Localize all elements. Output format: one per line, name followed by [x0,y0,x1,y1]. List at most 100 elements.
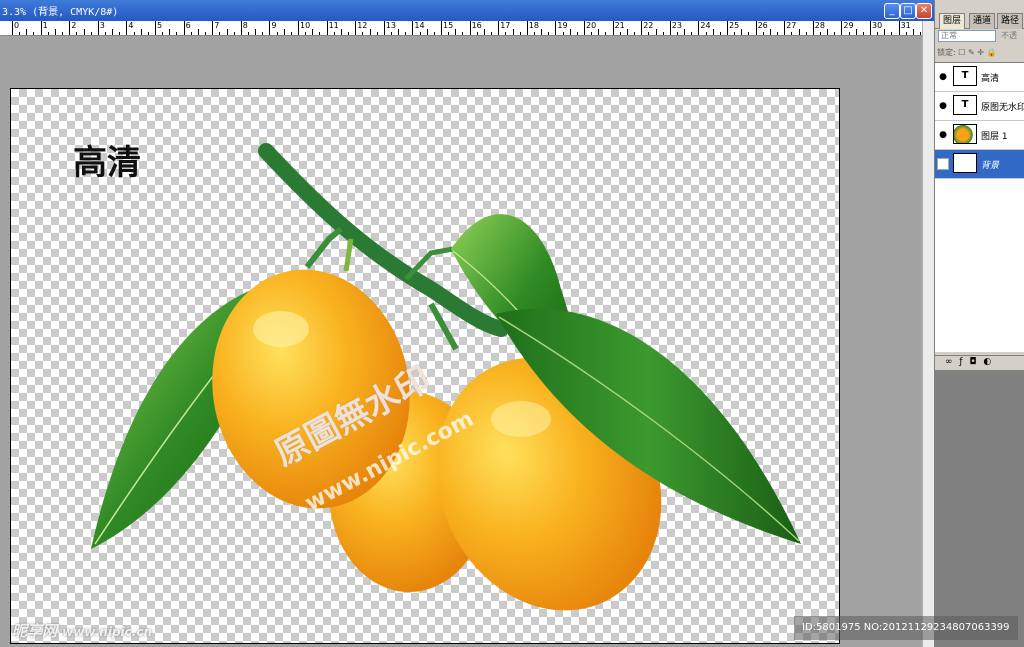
ruler-minor-tick [19,32,21,35]
image-layer-thumb [953,124,977,144]
ruler-major-tick [870,21,871,35]
ruler-major-tick [669,21,671,35]
ruler-major-tick [755,21,757,35]
eye-icon[interactable]: ● [937,71,949,83]
ruler-major-tick [269,21,271,35]
ruler-minor-tick [483,29,485,35]
layer-name: 原图无水印 [981,103,1024,113]
ruler-major-tick [126,21,128,35]
ruler-minor-tick [598,29,600,35]
ruler-label: 25 [729,21,740,30]
vertical-scrollbar[interactable] [922,21,934,647]
ruler-minor-tick [491,32,493,35]
lock-all-icon[interactable]: 🔒 [986,48,996,57]
ruler-label: 18 [528,21,539,30]
ruler-major-tick [812,21,814,35]
ruler-major-tick [155,21,156,35]
ruler-minor-tick [169,29,171,35]
ruler-major-tick [584,21,585,35]
ruler-minor-tick [290,32,292,35]
ruler-label: 0 [14,21,20,30]
ruler-minor-tick [133,32,135,35]
blend-mode-select[interactable]: 正常 [938,30,996,42]
ruler-label: 17 [500,21,511,30]
lock-transparency-icon[interactable]: ☐ [958,48,965,57]
canvas-area[interactable]: 高清 原圖無水印 www.nipic.com 昵享网 www.nipic.cn [0,36,922,647]
ruler-major-tick [355,21,357,35]
document-canvas[interactable]: 高清 原圖無水印 www.nipic.com [10,88,840,644]
horizontal-ruler[interactable]: 0 1 2 3 4 5 6 7 8 9 10 11 12 13 14 15 16 17 18 19 20 21 22 23 24… [0,21,922,36]
canvas-text: 高清 [73,143,141,183]
adjustment-icon[interactable]: ◐ [983,357,993,367]
layer-row[interactable]: ● T 原图无水印 [935,92,1024,121]
link-icon[interactable]: ∞ [945,357,955,367]
ruler-minor-tick [827,29,829,35]
ruler-minor-tick [719,32,721,35]
ruler-minor-tick [197,29,199,35]
ruler-minor-tick [369,29,371,35]
eye-hidden-icon[interactable] [937,158,949,170]
ruler-major-tick [12,21,13,35]
ruler-major-tick [240,21,242,35]
ruler-major-tick [641,21,643,35]
ruler-label: 10 [300,21,311,30]
ruler-minor-tick [190,32,192,35]
tab-layers[interactable]: 图层 [939,13,966,29]
ruler-major-tick [841,21,843,35]
ruler-minor-tick [576,32,578,35]
ruler-label: 9 [271,21,277,30]
layer-row[interactable]: ● T 高清 [935,63,1024,92]
ruler-minor-tick [634,32,636,35]
close-button[interactable]: ✕ [916,3,932,19]
eye-icon[interactable]: ● [937,100,949,112]
fx-icon[interactable]: ƒ [959,357,964,367]
ruler-minor-tick [619,32,621,35]
ruler-major-tick [183,21,185,35]
lock-row: 锁定: ☐ ✎ ✛ 🔒 [937,47,996,58]
ruler-minor-tick [233,32,235,35]
ruler-major-tick [383,21,385,35]
ruler-label: 5 [157,21,163,30]
panel-empty-area [935,370,1024,647]
ruler-minor-tick [684,29,686,35]
lock-brush-icon[interactable]: ✎ [968,48,975,57]
ruler-label: 15 [443,21,454,30]
ruler-minor-tick [884,29,886,35]
ruler-label: 27 [786,21,797,30]
ruler-minor-tick [891,32,893,35]
ruler-minor-tick [734,32,736,35]
maximize-button[interactable]: □ [900,3,916,19]
ruler-label: 30 [872,21,883,30]
eye-icon[interactable]: ● [937,129,949,141]
ruler-minor-tick [741,29,743,35]
ruler-minor-tick [147,32,149,35]
site-watermark: 昵享网 www.nipic.cn [12,620,152,641]
ruler-minor-tick [348,32,350,35]
tab-paths[interactable]: 路径 [997,13,1024,29]
lock-move-icon[interactable]: ✛ [977,48,984,57]
ruler-minor-tick [562,32,564,35]
ruler-minor-tick [448,32,450,35]
ruler-minor-tick [90,32,92,35]
ruler-major-tick [412,21,414,35]
ruler-minor-tick [140,29,142,35]
ruler-minor-tick [62,32,64,35]
mask-icon[interactable]: ◘ [969,357,978,367]
layer-name: 背景 [981,161,1000,171]
ruler-label: 28 [814,21,825,30]
ruler-minor-tick [276,32,278,35]
ruler-major-tick [298,21,299,35]
minimize-button[interactable]: _ [884,3,900,19]
layer-row[interactable]: ● 图层 1 [935,121,1024,150]
ruler-label: 11 [328,21,339,30]
ruler-minor-tick [462,32,464,35]
ruler-minor-tick [398,29,400,35]
layers-panel: 图层 通道 路径 正常 不透 锁定: ☐ ✎ ✛ 🔒 ● T 高清 ● T 原图… [934,0,1024,647]
tab-channels[interactable]: 通道 [969,13,996,29]
layer-row-selected[interactable]: 背景 [935,150,1024,179]
ruler-minor-tick [33,32,35,35]
ruler-minor-tick [426,29,428,35]
ruler-minor-tick [455,29,457,35]
ruler-label: 21 [614,21,625,30]
ruler-major-tick [784,21,786,35]
